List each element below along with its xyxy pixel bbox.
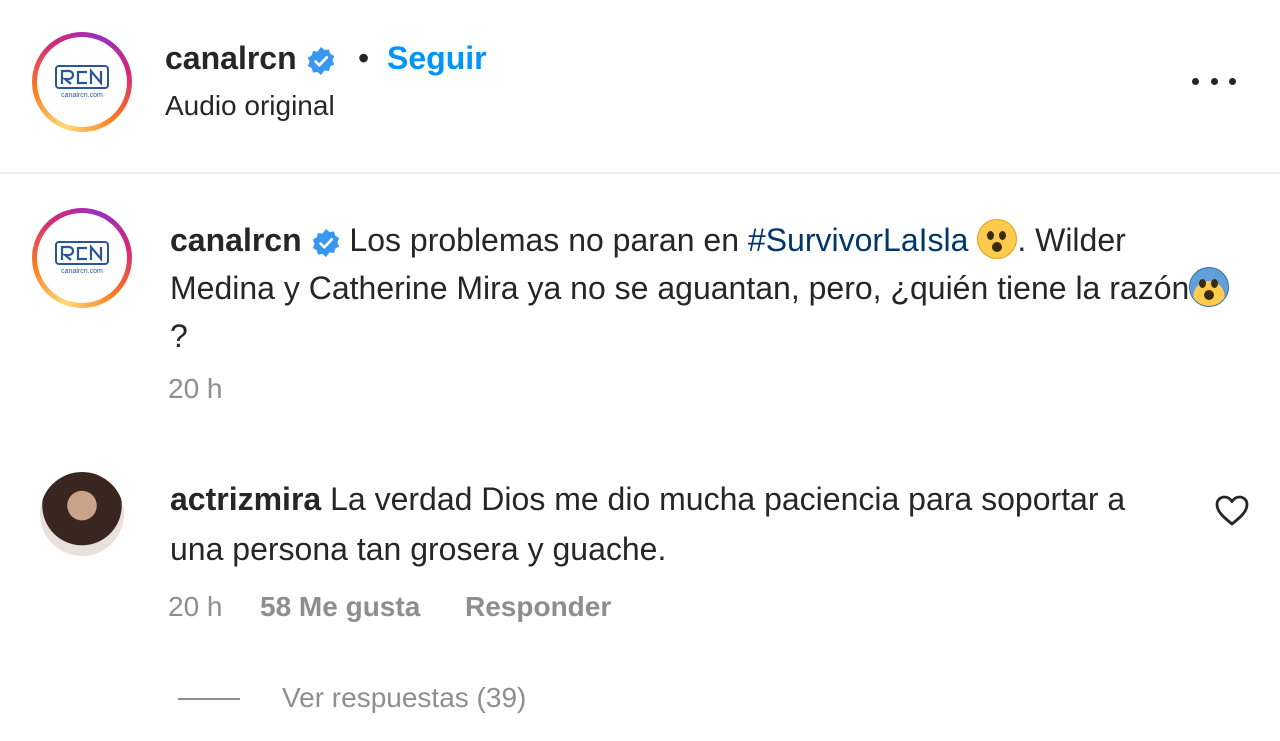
post-header: canalrcn.com canalrcn • Seguir Audio ori… bbox=[0, 0, 1280, 174]
more-options-icon[interactable] bbox=[1192, 66, 1236, 96]
rcn-logo: canalrcn.com bbox=[53, 63, 111, 101]
follow-button[interactable]: Seguir bbox=[387, 38, 487, 78]
hashtag-link[interactable]: #SurvivorLaIsla bbox=[748, 222, 969, 258]
view-replies-button[interactable]: Ver respuestas (39) bbox=[282, 680, 526, 716]
fearful-face-emoji-icon bbox=[1189, 267, 1230, 307]
commenter-avatar[interactable] bbox=[40, 472, 124, 556]
flushed-face-emoji-icon bbox=[977, 219, 1018, 259]
caption-timestamp: 20 h bbox=[168, 373, 223, 404]
logo-text: canalrcn.com bbox=[61, 92, 103, 99]
like-heart-icon[interactable] bbox=[1214, 493, 1250, 529]
rcn-logo-icon bbox=[55, 65, 109, 89]
reply-button[interactable]: Responder bbox=[465, 590, 611, 624]
header-username[interactable]: canalrcn bbox=[165, 40, 297, 76]
verified-badge-icon bbox=[307, 46, 334, 75]
comment-username[interactable]: actrizmira bbox=[170, 481, 321, 517]
caption-text-start: Los problemas no paran en bbox=[349, 222, 748, 258]
caption-avatar[interactable]: canalrcn.com bbox=[32, 208, 132, 308]
comment-timestamp: 20 h bbox=[168, 591, 223, 622]
caption-text-end: ? bbox=[170, 318, 188, 354]
rcn-logo-icon bbox=[55, 241, 109, 265]
logo-text: canalrcn.com bbox=[61, 268, 103, 275]
caption-username[interactable]: canalrcn bbox=[170, 222, 302, 258]
comment-likes[interactable]: 58 Me gusta bbox=[260, 590, 420, 624]
comment-body: actrizmira La verdad Dios me dio mucha p… bbox=[170, 474, 1180, 574]
post-caption: canalrcn Los problemas no paran en #Surv… bbox=[170, 216, 1230, 360]
rcn-logo: canalrcn.com bbox=[53, 239, 111, 277]
replies-divider bbox=[178, 698, 240, 700]
channel-avatar[interactable]: canalrcn.com bbox=[32, 32, 132, 132]
verified-badge-icon bbox=[312, 228, 339, 257]
header-username-row: canalrcn bbox=[165, 38, 336, 78]
original-audio-link[interactable]: Audio original bbox=[165, 88, 335, 124]
separator-dot: • bbox=[358, 40, 370, 76]
